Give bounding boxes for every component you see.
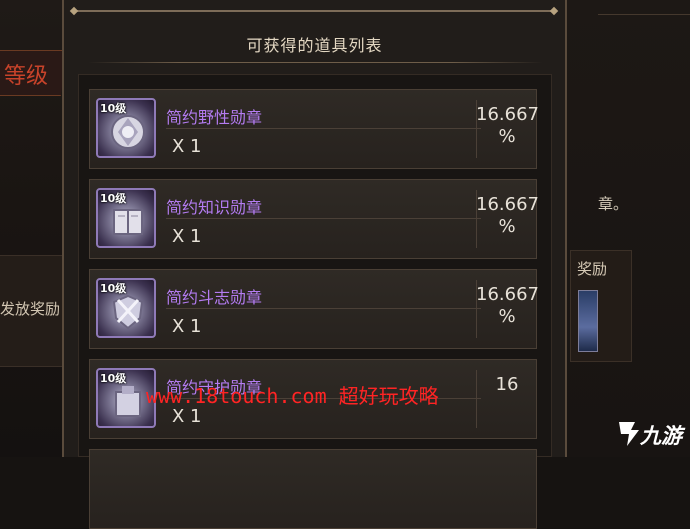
item-separator [166, 128, 481, 129]
item-probability-unit: % [498, 126, 516, 147]
panel-title: 可获得的道具列表 [246, 36, 383, 55]
logo-text: 九游 [640, 424, 682, 448]
list-item[interactable]: 10级 简约斗志勋章 X 1 16.667 % [89, 269, 539, 349]
level-tab-label: 等级 [4, 64, 49, 89]
item-probability: 16 [476, 374, 538, 396]
background-right [567, 0, 690, 457]
wild-medal-icon: 10级 [96, 98, 156, 158]
item-level-badge: 10级 [100, 192, 127, 205]
item-probability-value: 16.667 [476, 194, 539, 215]
item-separator [166, 308, 481, 309]
item-probability: 16.667 % [476, 194, 539, 238]
item-probability-value: 16.667 [476, 284, 539, 305]
panel-top-ornament [74, 10, 554, 12]
item-name: 简约野性勋章 [166, 108, 263, 127]
title-divider [88, 62, 543, 63]
item-name: 简约斗志勋章 [166, 288, 263, 307]
item-name: 简约知识勋章 [166, 198, 263, 217]
item-probability: 16.667 % [476, 284, 539, 328]
knowledge-medal-icon: 10级 [96, 188, 156, 248]
list-item[interactable] [89, 449, 537, 529]
list-item[interactable]: 10级 简约知识勋章 X 1 16.667 % [89, 179, 539, 259]
chapter-text: 章。 [598, 195, 629, 213]
item-quantity: X 1 [172, 136, 202, 157]
list-item[interactable]: 10级 简约野性勋章 X 1 16.667 % [89, 89, 539, 169]
top-right-frame [598, 0, 690, 15]
item-probability-unit: % [498, 216, 516, 237]
reward-box-label: 奖励 [577, 260, 608, 278]
item-probability-unit: % [498, 306, 516, 327]
item-quantity: X 1 [172, 406, 202, 427]
item-probability: 16.667 % [476, 104, 539, 148]
item-level-badge: 10级 [100, 282, 127, 295]
item-level-badge: 10级 [100, 372, 127, 385]
reward-band-label: 发放奖励 [0, 300, 61, 318]
item-quantity: X 1 [172, 316, 202, 337]
fighting-spirit-medal-icon: 10级 [96, 278, 156, 338]
item-quantity: X 1 [172, 226, 202, 247]
reward-thumbnail[interactable] [578, 290, 598, 352]
item-probability-value: 16.667 [476, 104, 539, 125]
item-probability-value: 16 [495, 374, 519, 395]
item-level-badge: 10级 [100, 102, 127, 115]
item-separator [166, 218, 481, 219]
watermark: www.18touch.com 超好玩攻略 [146, 384, 439, 408]
